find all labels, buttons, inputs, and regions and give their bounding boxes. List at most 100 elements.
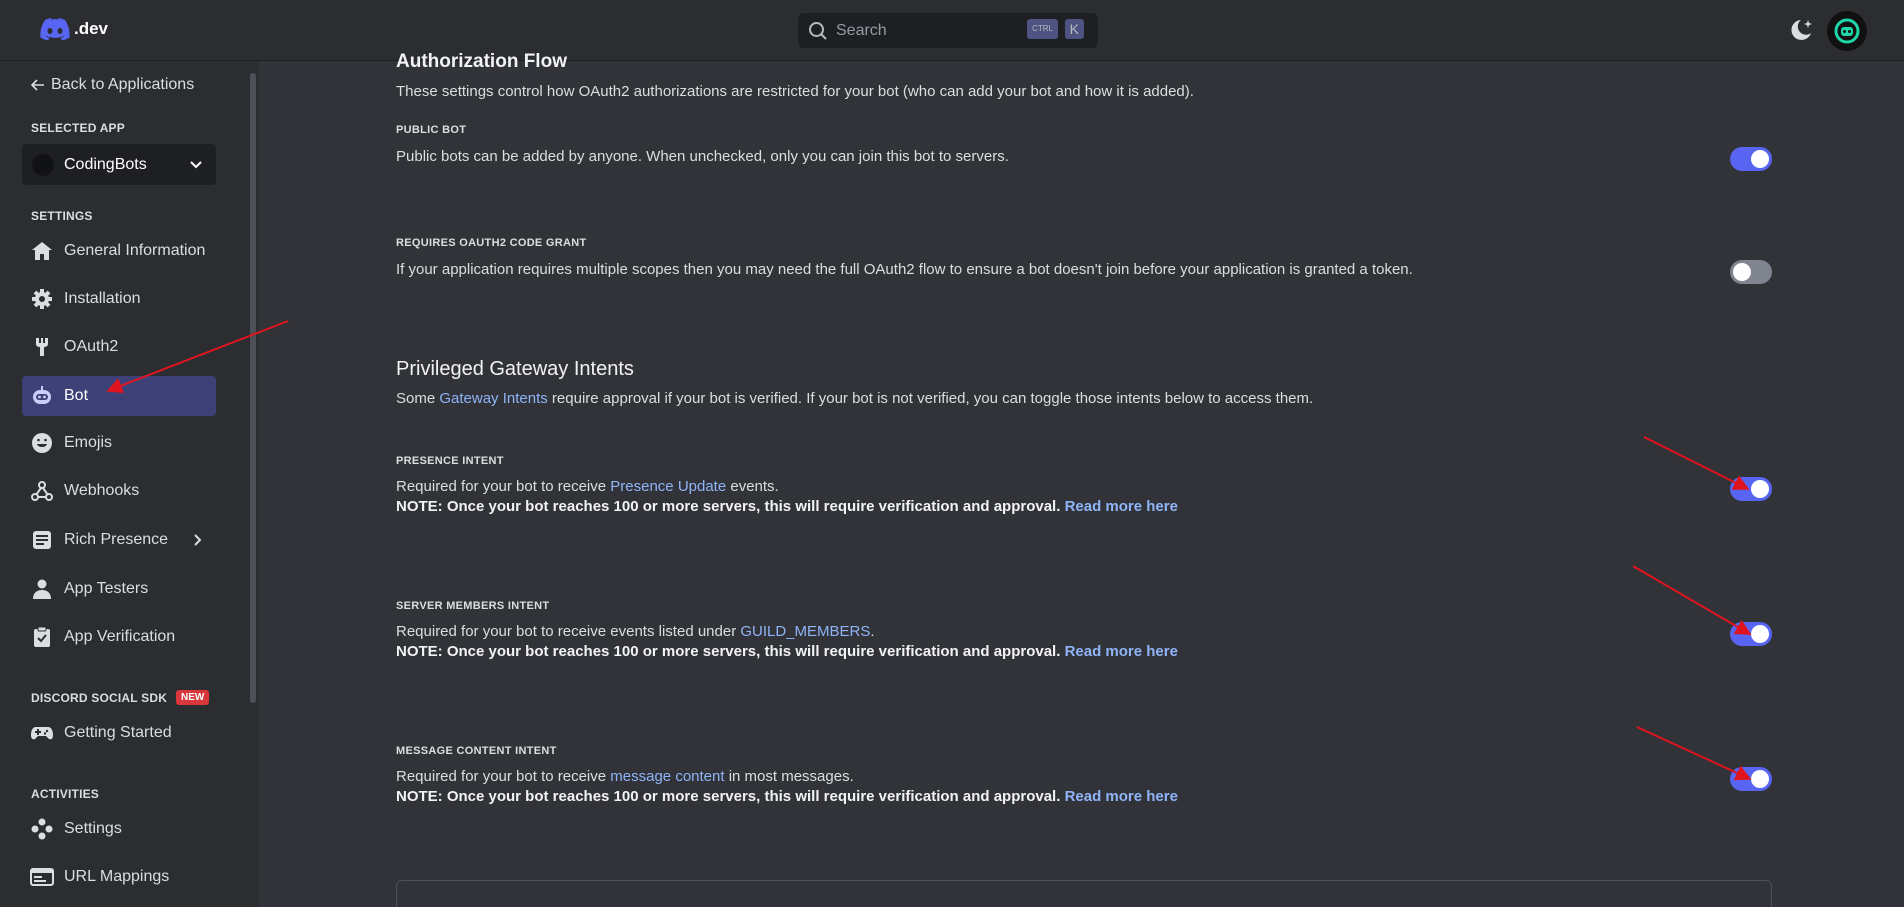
sidebar-item-rich-presence[interactable]: Rich Presence [22,520,216,560]
sidebar-item-bot[interactable]: Bot [22,376,216,416]
presence-desc-post: events. [726,478,779,495]
message-desc-pre: Required for your bot to receive [396,768,611,785]
presence-intent-note: NOTE: Once your bot reaches 100 or more … [396,498,1178,515]
sidebar-item-general-information[interactable]: General Information [22,231,216,271]
sidebar-scroll-thumb[interactable] [250,73,256,703]
sidebar-item-label: Bot [64,387,89,404]
toggle-knob [1751,770,1769,788]
presence-desc-pre: Required for your bot to receive [396,478,611,495]
search-placeholder: Search [836,21,887,39]
verification-note: NOTE: Once your bot reaches 100 or more … [396,498,1061,515]
shortcut-k-key: K [1064,19,1084,39]
chevron-right-icon [194,534,202,546]
theme-toggle-moon-icon[interactable] [1787,16,1815,49]
home-icon [30,239,54,263]
server-members-intent-description: Required for your bot to receive events … [396,623,875,640]
sidebar-item-label: App Testers [64,580,149,597]
sidebar-item-url-mappings[interactable]: URL Mappings [22,857,216,897]
message-content-link[interactable]: message content [610,768,724,785]
toggle-knob [1751,480,1769,498]
back-to-applications-link[interactable]: Back to Applications [31,76,194,94]
activities-icon [30,817,54,841]
message-desc-post: in most messages. [724,768,854,785]
authorization-flow-description: These settings control how OAuth2 author… [396,83,1194,100]
toggle-knob [1733,263,1751,281]
arrow-to-presence-toggle [1643,436,1750,490]
server-members-intent-label: SERVER MEMBERS INTENT [396,600,550,612]
members-desc-post: . [870,623,875,640]
shortcut-ctrl-key: CTRL [1027,19,1058,39]
gamepad-icon [30,721,54,745]
public-bot-toggle[interactable] [1730,147,1772,171]
arrow-to-members-toggle [1632,565,1752,636]
sidebar-item-getting-started[interactable]: Getting Started [22,713,216,753]
message-content-intent-description: Required for your bot to receive message… [396,768,854,785]
activities-heading: ACTIVITIES [31,787,100,801]
presence-intent-label: PRESENCE INTENT [396,455,504,467]
search-bar[interactable]: Search CTRL K [798,13,1098,48]
avatar-image-icon [1834,18,1860,44]
url-mapping-icon [30,865,54,889]
presence-intent-description: Required for your bot to receive Presenc… [396,478,779,495]
wrench-icon [30,335,54,359]
message-content-intent-label: MESSAGE CONTENT INTENT [396,745,557,757]
sidebar-item-oauth2[interactable]: OAuth2 [22,327,216,367]
search-icon [809,21,827,40]
intents-desc-post: require approval if your bot is verified… [547,390,1314,407]
sidebar-item-app-verification[interactable]: App Verification [22,617,216,657]
sidebar-item-app-testers[interactable]: App Testers [22,569,216,609]
app-avatar [32,153,54,176]
discord-social-sdk-heading: DISCORD SOCIAL SDK [31,691,168,705]
sidebar-item-label: OAuth2 [64,338,119,355]
guild-members-link[interactable]: GUILD_MEMBERS [740,623,870,640]
settings-heading: SETTINGS [31,209,93,223]
sidebar-item-emojis[interactable]: Emojis [22,423,216,463]
public-bot-description: Public bots can be added by anyone. When… [396,148,1009,165]
message-content-intent-toggle[interactable] [1730,767,1772,791]
read-more-link[interactable]: Read more here [1065,643,1178,660]
discord-dev-logo[interactable]: .dev [40,18,108,40]
members-desc-pre: Required for your bot to receive events … [396,623,741,640]
verification-note: NOTE: Once your bot reaches 100 or more … [396,788,1061,805]
chevron-down-icon [190,161,202,169]
sidebar-item-label: General Information [64,242,206,259]
presence-update-link[interactable]: Presence Update [610,478,726,495]
new-badge: NEW [176,690,210,705]
code-grant-toggle[interactable] [1730,260,1772,284]
user-avatar[interactable] [1827,11,1867,51]
code-grant-description: If your application requires multiple sc… [396,261,1413,278]
selected-app-heading: SELECTED APP [31,121,125,135]
server-members-intent-note: NOTE: Once your bot reaches 100 or more … [396,643,1178,660]
sidebar-item-installation[interactable]: Installation [22,279,216,319]
authorization-flow-title: Authorization Flow [396,51,567,72]
sidebar-item-webhooks[interactable]: Webhooks [22,471,216,511]
sidebar-item-label: Emojis [64,434,113,451]
intents-desc-pre: Some [396,390,440,407]
sidebar-item-activity-settings[interactable]: Settings [22,809,216,849]
annotation-arrows [106,320,1752,781]
person-icon [30,577,54,601]
gear-icon [30,287,54,311]
sidebar-item-label: Settings [64,820,122,837]
server-members-intent-toggle[interactable] [1730,622,1772,646]
app-selector-dropdown[interactable]: CodingBots [22,144,216,185]
sidebar-item-label: Installation [64,290,141,307]
privileged-intents-description: Some Gateway Intents require approval if… [396,390,1313,407]
code-grant-label: REQUIRES OAUTH2 CODE GRANT [396,237,587,249]
sidebar-scrollbar[interactable] [248,61,258,907]
sidebar-item-label: Rich Presence [64,531,169,548]
gateway-intents-link[interactable]: Gateway Intents [439,390,547,407]
sidebar-item-label: URL Mappings [64,868,170,885]
read-more-link[interactable]: Read more here [1065,788,1178,805]
document-icon [30,528,54,552]
webhooks-icon [30,479,54,503]
back-label: Back to Applications [51,76,195,93]
top-bar: .dev Search CTRL K [0,0,1904,61]
presence-intent-toggle[interactable] [1730,477,1772,501]
emoji-icon [30,431,54,455]
sidebar-item-label: Webhooks [64,482,140,499]
verification-note: NOTE: Once your bot reaches 100 or more … [396,643,1061,660]
toggle-knob [1751,625,1769,643]
arrow-left-icon [31,79,44,91]
read-more-link[interactable]: Read more here [1065,498,1178,515]
